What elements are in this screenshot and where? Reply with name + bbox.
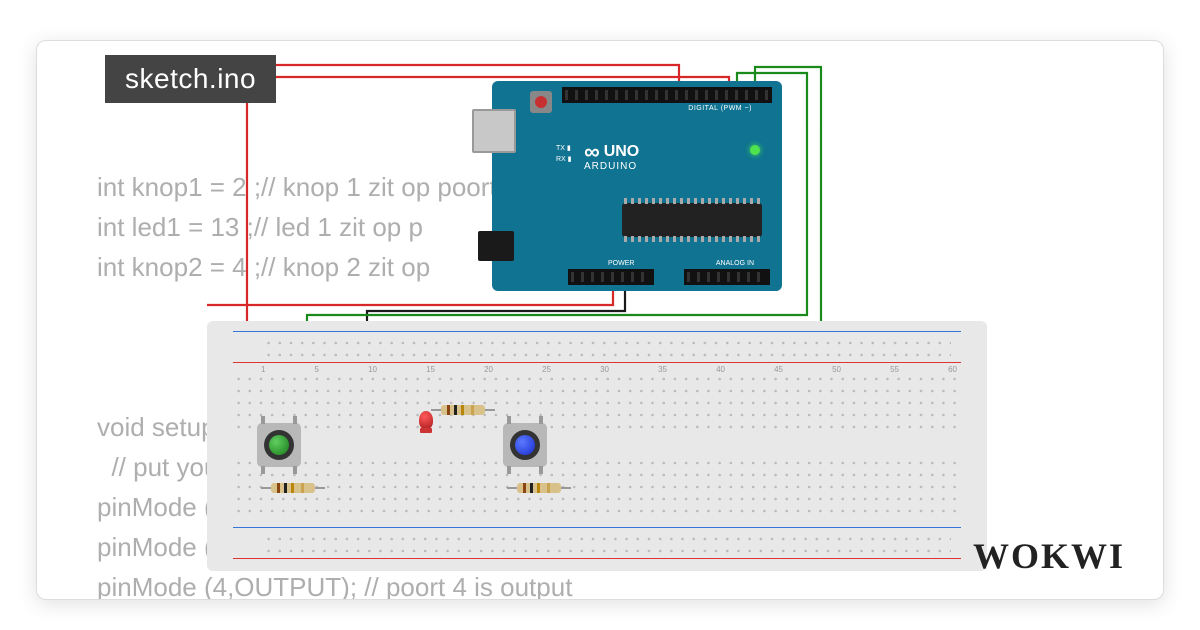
- breadboard-top-rail[interactable]: [233, 331, 961, 363]
- usb-port-icon: [472, 109, 516, 153]
- arduino-uno-board[interactable]: DIGITAL (PWM ~) TX ▮ RX ▮ ∞ UNO ARDUINO …: [492, 81, 782, 291]
- wokwi-logo: WOKWI: [973, 535, 1125, 577]
- tx-rx-label: TX ▮ RX ▮: [556, 143, 572, 165]
- resistor[interactable]: [517, 483, 561, 493]
- resistor[interactable]: [271, 483, 315, 493]
- digital-label: DIGITAL (PWM ~): [688, 105, 752, 112]
- file-tab-label: sketch.ino: [125, 63, 256, 94]
- breadboard[interactable]: 15 1015 2025 3035 4045 5055 60: [207, 321, 987, 571]
- resistor[interactable]: [441, 405, 485, 415]
- button-cap-icon: [269, 435, 289, 455]
- editor-card: sketch.ino int knop1 = 2 ;// knop 1 zit …: [36, 40, 1164, 600]
- mcu-chip-icon: [622, 203, 762, 237]
- power-led-icon: [750, 145, 760, 155]
- led-red[interactable]: [419, 411, 433, 429]
- analog-section-label: ANALOG IN: [716, 260, 754, 267]
- power-section-label: POWER: [608, 260, 634, 267]
- reset-button[interactable]: [530, 91, 552, 113]
- file-tab[interactable]: sketch.ino: [105, 55, 276, 103]
- board-brand-label: ARDUINO: [584, 161, 637, 172]
- analog-pin-header[interactable]: [684, 269, 770, 285]
- pushbutton-blue[interactable]: [503, 423, 547, 467]
- breadboard-main-area[interactable]: [233, 373, 961, 521]
- digital-pin-header[interactable]: [562, 87, 772, 103]
- button-cap-icon: [515, 435, 535, 455]
- power-pin-header[interactable]: [568, 269, 654, 285]
- power-jack-icon: [478, 231, 514, 261]
- pushbutton-green[interactable]: [257, 423, 301, 467]
- circuit-simulator[interactable]: DIGITAL (PWM ~) TX ▮ RX ▮ ∞ UNO ARDUINO …: [207, 61, 987, 591]
- breadboard-bottom-rail[interactable]: [233, 527, 961, 559]
